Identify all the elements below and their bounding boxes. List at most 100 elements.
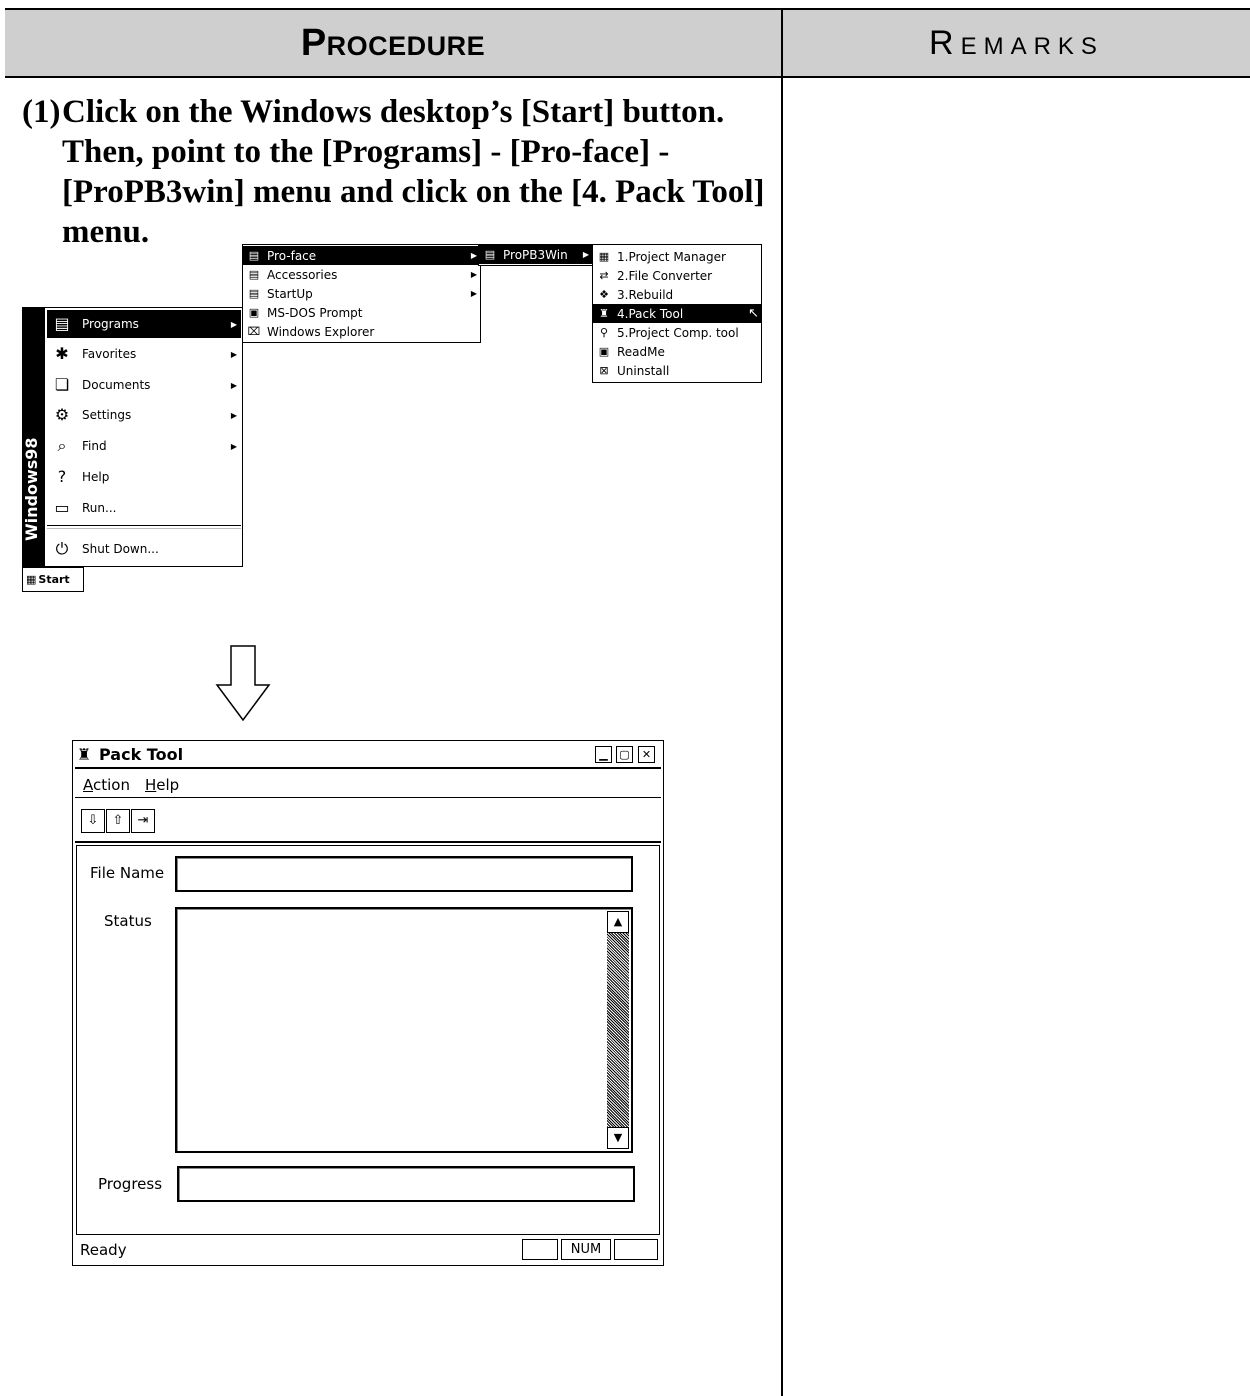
shutdown-icon: ⏻: [55, 539, 69, 558]
programs-item-proface[interactable]: ▤ Pro-face ▶: [243, 246, 480, 265]
start-item-settings[interactable]: ⚙ Settings ▶: [47, 401, 241, 429]
scroll-down-button[interactable]: ▼: [607, 1127, 629, 1149]
explorer-icon: ⌧: [247, 324, 261, 338]
scroll-up-icon: ▲: [613, 915, 623, 928]
step-number: (1): [22, 94, 61, 130]
window-title: Pack Tool: [99, 745, 184, 764]
menu-action[interactable]: Action: [83, 776, 130, 794]
maximize-button[interactable]: ▢: [616, 746, 633, 763]
programs-item-msdos[interactable]: ▣ MS-DOS Prompt: [243, 303, 480, 322]
menu-item-uninstall[interactable]: ⊠ Uninstall: [593, 361, 761, 380]
start-menu: Windows98 ▤ Programs ▶ ✱ Favorites ▶ ❏ D…: [22, 307, 243, 567]
msdos-icon: ▣: [248, 305, 260, 319]
menu-item-label: Pro-face: [267, 248, 317, 263]
submenu-arrow-icon: ▶: [230, 349, 237, 359]
submenu-arrow-icon: ▶: [470, 289, 477, 298]
menu-item-rebuild[interactable]: ❖ 3.Rebuild: [593, 285, 761, 304]
status-indicator-num: NUM: [561, 1239, 611, 1260]
start-item-find[interactable]: ⌕ Find ▶: [47, 432, 241, 460]
pack-tool-icon: ♜: [77, 745, 92, 764]
progress-bar: [177, 1166, 635, 1202]
file-name-label: File Name: [90, 864, 165, 882]
start-item-shutdown[interactable]: ⏻ Shut Down...: [47, 535, 241, 563]
start-button-label: Start: [38, 573, 70, 586]
submenu-arrow-icon: ▶: [230, 380, 237, 390]
propb3win-submenu: ▦ 1.Project Manager ⇄ 2.File Converter ❖…: [592, 244, 762, 383]
unpack-icon: ⇧: [112, 813, 124, 828]
menu-item-file-converter[interactable]: ⇄ 2.File Converter: [593, 266, 761, 285]
toolbar-exit-button[interactable]: ⇥: [131, 809, 155, 833]
start-button[interactable]: ▦ Start: [22, 567, 84, 592]
down-arrow-icon: [215, 645, 271, 722]
minimize-button[interactable]: ▁: [595, 746, 612, 763]
start-item-label: Programs: [82, 317, 139, 331]
start-item-label: Documents: [82, 378, 151, 392]
programs-item-startup[interactable]: ▤ StartUp ▶: [243, 284, 480, 303]
programs-item-explorer[interactable]: ⌧ Windows Explorer: [243, 322, 480, 341]
menu-item-label: 3.Rebuild: [617, 287, 674, 302]
submenu-arrow-icon: ▶: [470, 251, 477, 260]
menu-item-project-comp-tool[interactable]: ⚲ 5.Project Comp. tool: [593, 323, 761, 342]
find-icon: ⌕: [57, 436, 67, 455]
menu-item-label: StartUp: [267, 286, 313, 301]
submenu-arrow-icon: ▶: [582, 250, 589, 259]
remarks-heading: Remarks: [929, 23, 1104, 62]
submenu-arrow-icon: ▶: [230, 319, 237, 329]
start-item-label: Run...: [82, 501, 117, 515]
status-indicator-scrl: [614, 1239, 658, 1260]
start-item-help[interactable]: ? Help: [47, 463, 241, 491]
pack-tool-window: ♜ Pack Tool ▁ ▢ ✕ Action Help ⇩ ⇧ ⇥ File…: [72, 740, 664, 1266]
menu-help[interactable]: Help: [145, 776, 179, 794]
file-name-field[interactable]: [175, 856, 633, 892]
programs-submenu: ▤ Pro-face ▶ ▤ Accessories ▶ ▤ StartUp ▶…: [242, 244, 481, 343]
menu-item-label: MS-DOS Prompt: [267, 305, 363, 320]
status-textarea[interactable]: ▲ ▼: [175, 907, 633, 1153]
menu-item-label: 4.Pack Tool: [617, 306, 684, 321]
step-text: Click on the Windows desktop’s [Start] b…: [62, 94, 765, 250]
exit-icon: ⇥: [137, 813, 149, 828]
close-button[interactable]: ✕: [638, 746, 655, 763]
status-label: Status: [104, 912, 152, 930]
program-group-icon: ▤: [248, 248, 260, 262]
menu-item-project-manager[interactable]: ▦ 1.Project Manager: [593, 247, 761, 266]
menu-item-pack-tool[interactable]: ♜ 4.Pack Tool ↖: [593, 304, 761, 323]
menu-bar: Action Help: [75, 771, 661, 798]
magnifier-icon: ⚲: [599, 325, 609, 339]
start-menu-separator: [47, 525, 241, 529]
start-item-label: Help: [82, 470, 110, 484]
procedure-heading: Procedure: [300, 21, 486, 64]
file-converter-icon: ⇄: [599, 268, 609, 282]
start-item-favorites[interactable]: ✱ Favorites ▶: [47, 340, 241, 368]
close-icon: ✕: [641, 748, 652, 761]
start-item-run[interactable]: ▭ Run...: [47, 494, 241, 522]
proface-submenu: ▤ ProPB3Win ▶: [478, 244, 593, 266]
settings-icon: ⚙: [54, 405, 70, 424]
menu-item-label: Accessories: [267, 267, 338, 282]
programs-item-accessories[interactable]: ▤ Accessories ▶: [243, 265, 480, 284]
toolbar-pack-button[interactable]: ⇩: [81, 809, 105, 833]
start-item-programs[interactable]: ▤ Programs ▶: [47, 310, 241, 338]
project-manager-icon: ▦: [598, 249, 610, 263]
windows-logo-icon: ▦: [26, 573, 37, 586]
menu-item-label: 2.File Converter: [617, 268, 713, 283]
proface-item-propb3win[interactable]: ▤ ProPB3Win ▶: [479, 245, 592, 264]
rebuild-icon: ❖: [599, 287, 609, 301]
status-scrollbar[interactable]: ▲ ▼: [607, 911, 629, 1149]
status-indicator-caps: [522, 1239, 558, 1260]
start-item-label: Settings: [82, 408, 132, 422]
scroll-track[interactable]: [607, 933, 629, 1127]
pack-icon: ⇩: [87, 813, 99, 828]
toolbar-unpack-button[interactable]: ⇧: [106, 809, 130, 833]
menu-item-readme[interactable]: ▣ ReadMe: [593, 342, 761, 361]
mouse-pointer-icon: ↖: [748, 306, 759, 321]
menu-item-label: 5.Project Comp. tool: [617, 325, 739, 340]
program-group-icon: ▤: [484, 247, 496, 261]
header-bottom-rule: [5, 76, 1250, 78]
scroll-up-button[interactable]: ▲: [607, 911, 629, 933]
scroll-down-icon: ▼: [613, 1131, 623, 1144]
start-item-documents[interactable]: ❏ Documents ▶: [47, 371, 241, 399]
start-item-label: Shut Down...: [82, 542, 159, 556]
program-group-icon: ▤: [248, 267, 260, 281]
menu-item-label: 1.Project Manager: [617, 249, 726, 264]
readme-icon: ▣: [598, 344, 610, 358]
